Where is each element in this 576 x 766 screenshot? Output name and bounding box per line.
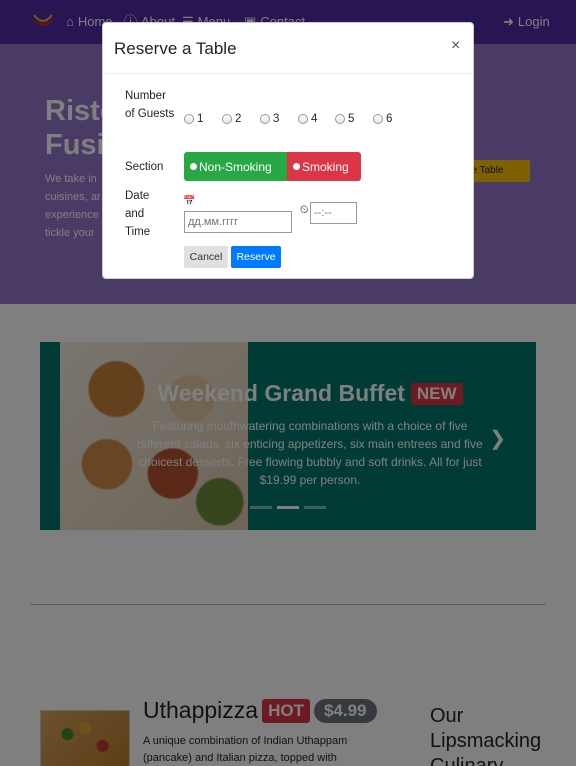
smoking-label: Smoking xyxy=(302,159,349,174)
date-input[interactable] xyxy=(184,211,292,233)
radio-circle[interactable] xyxy=(298,114,308,124)
modal-header: Reserve a Table × xyxy=(103,23,473,74)
guest-option-label: 4 xyxy=(311,113,318,125)
reserve-modal: Reserve a Table × Number of Guests 1 2 3… xyxy=(102,22,474,279)
radio-circle[interactable] xyxy=(335,114,345,124)
guest-option-label: 1 xyxy=(197,113,204,125)
guest-option-label: 5 xyxy=(348,113,355,125)
radio-circle[interactable] xyxy=(222,114,232,124)
radio-circle[interactable] xyxy=(260,114,270,124)
radio-circle[interactable] xyxy=(373,114,383,124)
reserve-button[interactable]: Reserve xyxy=(231,246,281,268)
guest-radio-6[interactable]: 6 xyxy=(373,113,392,125)
smoking-button[interactable]: Smoking xyxy=(287,152,361,181)
calendar-icon: 📅 xyxy=(183,196,196,207)
non-smoking-label: Non-Smoking xyxy=(199,159,272,174)
modal-title: Reserve a Table xyxy=(114,39,237,58)
radio-circle[interactable] xyxy=(184,114,194,124)
guest-option-label: 3 xyxy=(273,113,280,125)
close-icon[interactable]: × xyxy=(451,37,460,55)
guest-option-label: 6 xyxy=(386,113,393,125)
guest-radio-1[interactable]: 1 xyxy=(184,113,203,125)
section-label: Section xyxy=(125,161,164,173)
guest-radio-4[interactable]: 4 xyxy=(298,113,317,125)
guest-radio-5[interactable]: 5 xyxy=(335,113,354,125)
radio-dot-icon xyxy=(293,163,300,170)
guest-radio-3[interactable]: 3 xyxy=(260,113,279,125)
non-smoking-button[interactable]: Non-Smoking xyxy=(184,152,287,181)
guests-label: Number of Guests xyxy=(125,90,175,120)
datetime-label: Date and Time xyxy=(125,190,151,238)
clock-icon: ⏲ xyxy=(300,204,309,216)
radio-dot-icon xyxy=(190,163,197,170)
cancel-button[interactable]: Cancel xyxy=(184,246,228,268)
guest-option-label: 2 xyxy=(235,113,242,125)
guest-radio-2[interactable]: 2 xyxy=(222,113,241,125)
time-input[interactable] xyxy=(310,202,357,224)
